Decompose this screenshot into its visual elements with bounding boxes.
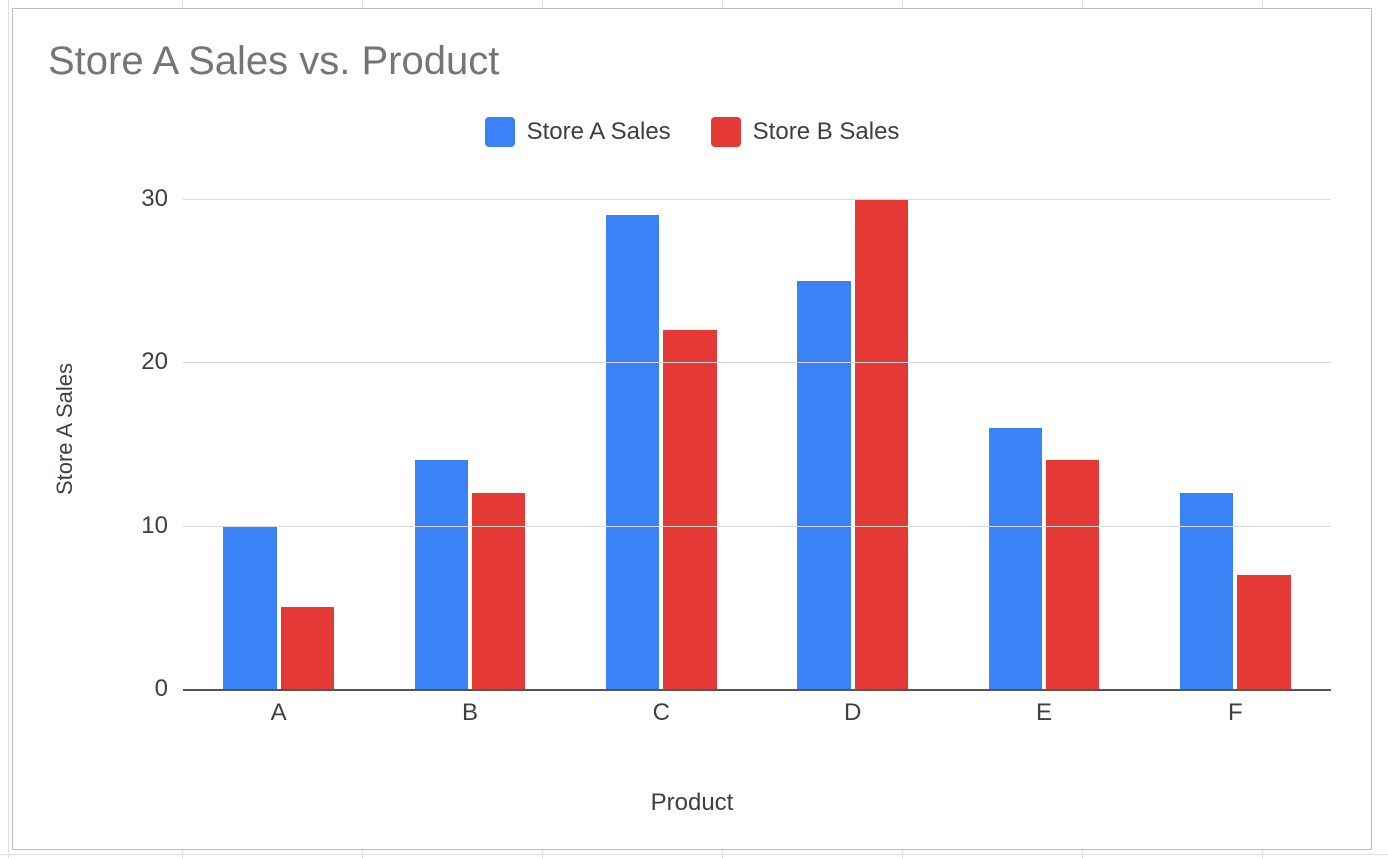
y-tick-label: 10	[141, 512, 168, 540]
bars-layer	[183, 199, 1331, 689]
legend-label: Store A Sales	[527, 118, 671, 146]
bar-store-b-sales-e[interactable]	[1046, 460, 1100, 689]
y-axis-title: Store A Sales	[52, 363, 78, 495]
gridline	[183, 199, 1331, 200]
chart-container[interactable]: Store A Sales vs. Product Store A Sales …	[12, 8, 1372, 850]
y-tick-label: 0	[155, 675, 168, 703]
legend-swatch-icon	[485, 117, 515, 147]
x-tick-label: E	[1036, 699, 1052, 727]
bar-store-a-sales-d[interactable]	[797, 281, 851, 689]
x-tick-label: A	[271, 699, 287, 727]
bar-store-a-sales-b[interactable]	[415, 460, 469, 689]
y-tick-label: 20	[141, 348, 168, 376]
legend-swatch-icon	[711, 117, 741, 147]
chart-title: Store A Sales vs. Product	[48, 39, 499, 84]
legend-label: Store B Sales	[753, 118, 900, 146]
bar-store-b-sales-a[interactable]	[281, 607, 335, 689]
legend-item-store-a[interactable]: Store A Sales	[485, 117, 671, 147]
bar-store-b-sales-f[interactable]	[1237, 575, 1291, 689]
y-tick-label: 30	[141, 185, 168, 213]
bar-store-a-sales-a[interactable]	[223, 526, 277, 689]
x-axis-title: Product	[651, 789, 734, 817]
bar-store-a-sales-e[interactable]	[989, 428, 1043, 689]
gridline	[183, 362, 1331, 363]
bar-store-b-sales-c[interactable]	[663, 330, 717, 689]
legend-item-store-b[interactable]: Store B Sales	[711, 117, 900, 147]
plot-area: 0102030ABCDEF	[183, 199, 1331, 689]
bar-store-a-sales-c[interactable]	[606, 215, 660, 689]
bar-store-b-sales-b[interactable]	[472, 493, 526, 689]
bar-store-a-sales-f[interactable]	[1180, 493, 1234, 689]
x-tick-label: D	[844, 699, 861, 727]
x-tick-label: C	[653, 699, 670, 727]
x-tick-label: F	[1228, 699, 1243, 727]
bar-store-b-sales-d[interactable]	[855, 199, 909, 689]
chart-legend: Store A Sales Store B Sales	[13, 117, 1371, 147]
x-tick-label: B	[462, 699, 478, 727]
plot-wrapper: 0 10 20 30 A B C D E F	[123, 179, 1331, 729]
gridline	[183, 689, 1331, 691]
gridline	[183, 526, 1331, 527]
